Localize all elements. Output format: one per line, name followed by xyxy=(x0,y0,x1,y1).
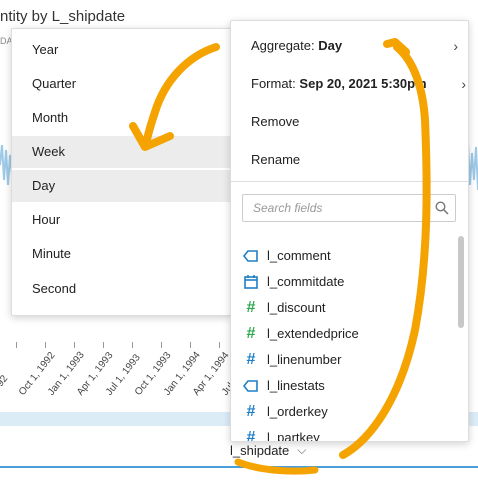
x-axis-tick-label: 1992 xyxy=(0,373,11,398)
x-axis-tick xyxy=(161,342,162,348)
search-fields-input[interactable] xyxy=(251,200,431,216)
granularity-year[interactable]: Year xyxy=(12,34,231,66)
field-item[interactable]: l_commitdate xyxy=(231,269,456,295)
calendar-icon xyxy=(244,275,258,289)
format-menu-item[interactable]: Format: Sep 20, 2021 5:30pm › xyxy=(231,69,468,99)
dimension-number-icon: # xyxy=(246,351,256,368)
field-name: l_discount xyxy=(267,300,326,315)
search-icon[interactable] xyxy=(435,201,449,215)
field-item[interactable]: # l_orderkey xyxy=(231,399,456,425)
dimension-number-icon: # xyxy=(246,429,256,442)
dimension-number-icon: # xyxy=(246,403,256,420)
granularity-week[interactable]: Week xyxy=(12,136,231,168)
aggregate-menu-item[interactable]: Aggregate: Day › xyxy=(231,31,468,61)
field-name: l_commitdate xyxy=(267,274,345,289)
x-axis-tick xyxy=(103,342,104,348)
chevron-right-icon: › xyxy=(461,69,466,99)
field-name: l_linenumber xyxy=(267,352,342,367)
field-item[interactable]: # l_discount xyxy=(231,295,456,321)
measure-icon: # xyxy=(246,299,256,316)
granularity-minute[interactable]: Minute xyxy=(12,238,231,270)
field-name: l_comment xyxy=(267,248,331,263)
granularity-quarter[interactable]: Quarter xyxy=(12,68,231,100)
field-item[interactable]: l_comment xyxy=(231,243,456,269)
granularity-hour[interactable]: Hour xyxy=(12,204,231,236)
x-axis-tick xyxy=(132,342,133,348)
field-list-scrollbar[interactable] xyxy=(458,236,464,328)
x-axis-field-name: l_shipdate xyxy=(230,443,290,458)
x-axis-tick xyxy=(45,342,46,348)
remove-menu-item[interactable]: Remove xyxy=(231,107,468,137)
x-axis-tick xyxy=(16,342,17,348)
chart-title: ntity by L_shipdate xyxy=(0,8,126,25)
granularity-month[interactable]: Month xyxy=(12,102,231,134)
chevron-down-icon[interactable]: ⌵ xyxy=(297,443,306,458)
field-item[interactable]: # l_linenumber xyxy=(231,347,456,373)
string-icon xyxy=(243,250,258,262)
field-list: l_comment l_commitdate # l_discount # l_… xyxy=(231,243,468,441)
measure-icon: # xyxy=(246,325,256,342)
field-context-menu: Aggregate: Day › Format: Sep 20, 2021 5:… xyxy=(230,20,469,442)
x-axis-tick xyxy=(190,342,191,348)
x-axis-tick xyxy=(219,342,220,348)
field-item[interactable]: # l_extendedprice xyxy=(231,321,456,347)
granularity-second[interactable]: Second xyxy=(12,273,231,305)
aggregate-label: Aggregate: xyxy=(251,38,315,53)
field-name: l_orderkey xyxy=(267,404,328,419)
rename-menu-item[interactable]: Rename xyxy=(231,145,468,175)
granularity-day[interactable]: Day xyxy=(12,170,231,202)
field-name: l_partkey xyxy=(267,430,320,441)
string-icon xyxy=(243,380,258,392)
chevron-right-icon: › xyxy=(453,38,458,54)
field-name: l_linestats xyxy=(267,378,325,393)
field-item[interactable]: # l_partkey xyxy=(231,425,456,442)
format-value: Sep 20, 2021 5:30pm xyxy=(299,76,427,91)
x-axis-field-well[interactable]: l_shipdate ⌵ xyxy=(230,443,306,458)
x-axis-line xyxy=(0,466,478,468)
field-name: l_extendedprice xyxy=(267,326,359,341)
format-label: Format: xyxy=(251,76,296,91)
field-item[interactable]: l_linestats xyxy=(231,373,456,399)
search-fields-box[interactable] xyxy=(242,194,456,222)
x-axis-tick xyxy=(74,342,75,348)
menu-divider xyxy=(231,181,468,182)
granularity-menu: Year Quarter Month Week Day Hour Minute … xyxy=(11,28,232,316)
aggregate-value: Day xyxy=(318,38,343,53)
